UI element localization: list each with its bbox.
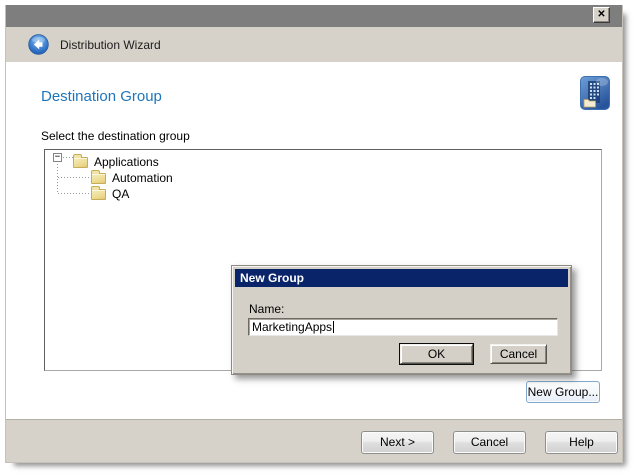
cancel-button[interactable]: Cancel — [453, 431, 526, 454]
ok-button[interactable]: OK — [400, 344, 473, 364]
group-name-input[interactable]: MarketingApps — [248, 318, 558, 336]
dialog-cancel-button[interactable]: Cancel — [490, 344, 547, 364]
tree-item-automation[interactable]: Automation — [45, 170, 173, 186]
back-arrow-icon[interactable] — [28, 34, 49, 55]
tree-item-label: Applications — [94, 155, 159, 169]
wizard-title: Distribution Wizard — [60, 38, 161, 52]
new-group-button[interactable]: New Group... — [526, 381, 600, 403]
tree-item-label: QA — [112, 187, 129, 201]
close-icon[interactable]: ✕ — [593, 7, 610, 23]
wizard-footer: Next > Cancel Help — [6, 419, 622, 462]
folder-icon — [91, 173, 106, 184]
name-label: Name: — [249, 302, 284, 316]
tree-item-qa[interactable]: QA — [45, 186, 129, 202]
distribution-package-icon — [580, 76, 610, 110]
new-group-dialog: New Group Name: MarketingApps OK Cancel — [231, 265, 572, 375]
next-button[interactable]: Next > — [361, 431, 434, 454]
wizard-content: Destination Group Select the destination… — [6, 62, 622, 419]
wizard-header: Distribution Wizard — [6, 27, 622, 62]
tree-item-label: Automation — [112, 171, 173, 185]
dialog-title-bar: New Group — [235, 269, 568, 287]
page-title: Destination Group — [41, 88, 162, 105]
text-caret — [333, 321, 334, 333]
group-name-value: MarketingApps — [252, 320, 332, 334]
wizard-window: ✕ Distribution Wizard Destination Group … — [5, 5, 623, 463]
help-button[interactable]: Help — [545, 431, 618, 454]
folder-icon — [91, 189, 106, 200]
instruction-text: Select the destination group — [41, 129, 190, 143]
tree-item-applications[interactable]: Applications — [45, 154, 159, 170]
folder-icon — [73, 157, 88, 168]
title-bar: ✕ — [6, 5, 622, 27]
